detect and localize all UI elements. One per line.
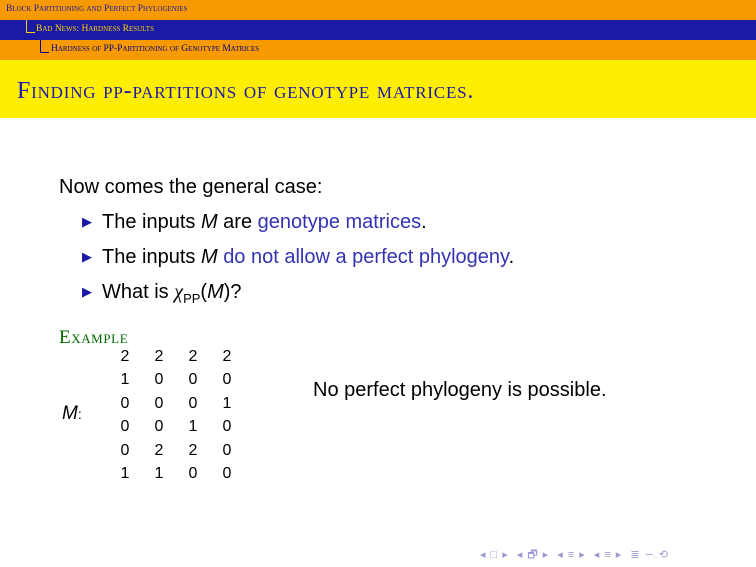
nav-prev-frame-icon[interactable]: ◂	[480, 549, 487, 561]
nav-doc-icon[interactable]: ≡	[604, 549, 611, 561]
bullet-highlight: do not allow a perfect phylogeny	[223, 246, 509, 268]
matrix-cell: 0	[120, 394, 130, 412]
bullet-text: The inputs	[102, 246, 201, 268]
bullet-triangle-icon: ▶	[82, 284, 92, 299]
matrix-cell: 0	[188, 394, 198, 412]
matrix-row: 0 2 2 0	[108, 439, 244, 463]
matrix-cell: 1	[120, 465, 130, 483]
headline-subsection: Bad News: Hardness Results	[0, 20, 756, 40]
tree-connector-icon	[40, 40, 49, 53]
bullet-text: .	[508, 246, 515, 268]
matrix-cell: 0	[222, 371, 232, 389]
matrix-cell: 0	[154, 371, 164, 389]
matrix-cell: 1	[120, 371, 130, 389]
nav-search-icon[interactable]: ∽	[645, 549, 655, 561]
matrix-row: 0 0 1 0	[108, 416, 244, 440]
matrix-cell: 0	[154, 418, 164, 436]
matrix-label: M:	[62, 403, 82, 425]
nav-prev-doc-icon[interactable]: ◂	[594, 549, 601, 561]
matrix-row: 1 0 0 0	[108, 369, 244, 393]
headline-section-text: Block Partitioning and Perfect Phylogeni…	[6, 4, 188, 14]
matrix-label-colon: :	[77, 406, 82, 422]
bullet-text: are	[217, 211, 258, 233]
matrix-cell: 2	[222, 347, 232, 365]
genotype-matrix: 2 2 2 2 1 0 0 0 0 0 0 1 0 0 1 0 0 2 2 0 1 1 0 0	[108, 345, 244, 486]
math-var-m: M	[200, 246, 218, 268]
bullet-item: ▶ The inputs M do not allow a perfect phy…	[82, 246, 514, 269]
example-note: No perfect phylogeny is possible.	[313, 379, 607, 401]
headline-section: Block Partitioning and Perfect Phylogeni…	[0, 0, 756, 20]
matrix-row: 0 0 0 1	[108, 392, 244, 416]
nav-prev-subsection-icon[interactable]: ◂	[517, 549, 524, 561]
nav-next-subsection-icon[interactable]: ▸	[543, 549, 550, 561]
matrix-cell: 2	[154, 347, 164, 365]
math-paren: )?	[223, 281, 242, 303]
nav-frame-icon[interactable]: □	[491, 549, 499, 561]
math-var-m: M	[200, 211, 218, 233]
bullet-text: .	[421, 211, 427, 233]
nav-next-section-icon[interactable]: ▸	[579, 549, 586, 561]
headline-subsection-text: Bad News: Hardness Results	[36, 24, 154, 34]
intro-text: Now comes the general case:	[59, 176, 323, 198]
math-chi: χ	[174, 281, 184, 303]
matrix-cell: 2	[188, 347, 198, 365]
matrix-cell: 0	[222, 418, 232, 436]
matrix-cell: 0	[222, 441, 232, 459]
matrix-cell: 2	[154, 441, 164, 459]
headline-subsubsection: Hardness of PP-Partitioning of Genotype …	[0, 40, 756, 60]
matrix-cell: 1	[188, 418, 198, 436]
bullet-item: ▶ What is χPP(M)?	[82, 281, 242, 306]
matrix-row: 2 2 2 2	[108, 345, 244, 369]
matrix-cell: 1	[222, 394, 232, 412]
nav-prev-section-icon[interactable]: ◂	[557, 549, 564, 561]
nav-section-icon[interactable]: ≡	[568, 549, 575, 561]
matrix-cell: 2	[120, 347, 130, 365]
math-subscript: PP	[183, 291, 201, 306]
bullet-triangle-icon: ▶	[82, 249, 92, 264]
frame-title: Finding pp-partitions of genotype matric…	[17, 78, 475, 104]
matrix-cell: 0	[120, 441, 130, 459]
headline-subsubsection-text: Hardness of PP-Partitioning of Genotype …	[51, 44, 260, 54]
matrix-cell: 1	[154, 465, 164, 483]
bullet-text: What is	[102, 281, 175, 303]
bullet-item: ▶ The inputs M are genotype matrices.	[82, 211, 427, 234]
matrix-cell: 0	[188, 371, 198, 389]
tree-connector-icon	[26, 20, 35, 33]
matrix-cell: 0	[188, 465, 198, 483]
matrix-cell: 0	[154, 394, 164, 412]
nav-appendix-icon[interactable]: ≣	[630, 549, 640, 561]
nav-subsection-icon[interactable]: 🗗	[527, 549, 538, 561]
matrix-cell: 0	[120, 418, 130, 436]
matrix-row: 1 1 0 0	[108, 463, 244, 487]
bullet-triangle-icon: ▶	[82, 214, 92, 229]
math-var-m: M	[62, 403, 78, 424]
math-var-m: M	[207, 281, 224, 303]
matrix-cell: 2	[188, 441, 198, 459]
bullet-text: The inputs	[102, 211, 201, 233]
beamer-navigation-bar[interactable]: ◂ □ ▸ ◂ 🗗 ▸ ◂ ≡ ▸ ◂ ≡ ▸ ≣ ∽ ⟲	[480, 546, 673, 565]
nav-next-doc-icon[interactable]: ▸	[616, 549, 623, 561]
matrix-cell: 0	[222, 465, 232, 483]
bullet-highlight: genotype matrices	[257, 211, 422, 233]
nav-next-frame-icon[interactable]: ▸	[502, 549, 509, 561]
frame-title-bar: Finding pp-partitions of genotype matric…	[0, 60, 756, 118]
nav-back-icon[interactable]: ⟲	[659, 549, 669, 561]
